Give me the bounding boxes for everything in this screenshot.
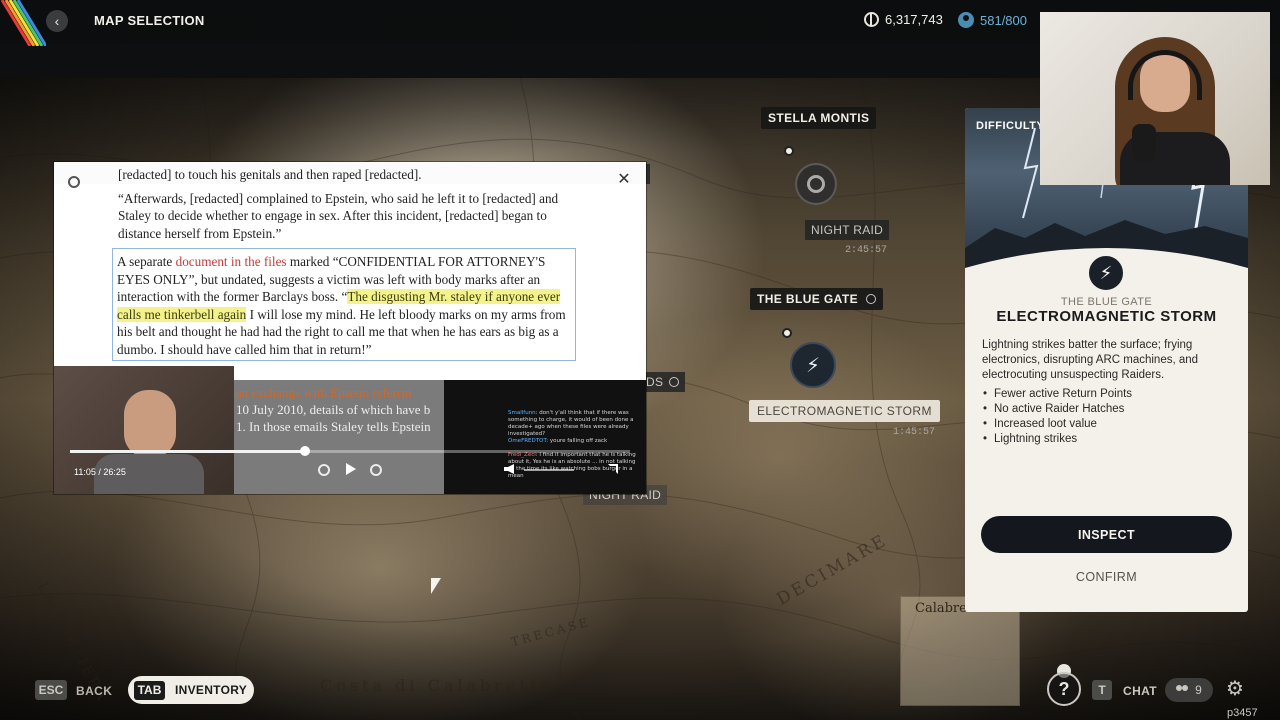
- list-item: Fewer active Return Points: [982, 387, 1232, 402]
- video-progress-bar[interactable]: [70, 446, 630, 456]
- streamer-webcam: [1040, 12, 1270, 185]
- night-raid-modifier-tag[interactable]: NIGHT RAID: [805, 220, 890, 240]
- chat-button[interactable]: CHAT: [1123, 684, 1157, 698]
- panel-modifier-title: ELECTROMAGNETIC STORM: [996, 308, 1217, 325]
- article-text-under-overlay: an exchange with Epstein referrin 10 Jul…: [236, 384, 456, 435]
- skip-back-icon[interactable]: [318, 464, 330, 476]
- confirm-button[interactable]: CONFIRM: [981, 564, 1232, 590]
- article-paragraph: [redacted] to touch his genitals and the…: [118, 167, 422, 182]
- back-button[interactable]: BACK: [76, 684, 112, 698]
- location-pin-icon: [669, 377, 680, 387]
- map-region-label: Costa di Calabretta: [320, 676, 554, 695]
- article-link[interactable]: document in the files: [176, 254, 287, 269]
- microphone-icon: [1132, 124, 1156, 162]
- list-item: Lightning strikes: [982, 432, 1232, 447]
- target-icon: [807, 175, 825, 193]
- list-item: No active Raider Hatches: [982, 402, 1232, 417]
- chat-message: Fredi_Zeci: I find it important that he …: [508, 452, 636, 479]
- article-text: [redacted] to touch his genitals and the…: [112, 166, 588, 361]
- friends-icon: [1176, 685, 1190, 695]
- article-text-span: 10 July 2010, details of which have b: [236, 402, 431, 417]
- lightning-bolt-icon: ⚡: [1087, 254, 1125, 292]
- coins-value: 6,317,743: [885, 12, 943, 27]
- embedded-video-window[interactable]: ✕ [redacted] to touch his genitals and t…: [54, 162, 646, 494]
- play-icon[interactable]: [346, 463, 356, 475]
- inventory-label: INVENTORY: [175, 683, 248, 697]
- map-location-blue-gate[interactable]: THE BLUE GATE: [750, 288, 883, 310]
- article-text-span: 1. In those emails Staley tells Epstein: [236, 419, 431, 434]
- storm-timer: 1:45:57: [893, 427, 936, 438]
- stash-icon: [958, 12, 974, 28]
- map-location-partial-tag[interactable]: DS: [640, 372, 686, 392]
- article-paragraph: “Afterwards, [redacted] complained to Ep…: [118, 190, 559, 241]
- video-time: 11:05 / 26:25: [74, 467, 126, 477]
- article-text-span: A separate: [117, 254, 176, 269]
- page-title: MAP SELECTION: [94, 13, 205, 28]
- calabretta-legend-card: Calabretta: [900, 596, 1020, 706]
- fullscreen-icon[interactable]: [608, 464, 618, 474]
- map-location-dot[interactable]: [784, 146, 794, 156]
- currency-display: 6,317,743: [864, 12, 943, 27]
- video-scrub-handle[interactable]: [299, 446, 310, 456]
- skip-forward-icon[interactable]: [370, 464, 382, 476]
- inventory-button[interactable]: TAB INVENTORY: [128, 676, 254, 704]
- map-location-label: DS: [646, 375, 664, 389]
- video-chat-overlay: Smallfunn: don't y'all think that if the…: [444, 380, 646, 494]
- rainbow-logo-icon: [0, 0, 46, 46]
- inspect-button[interactable]: INSPECT: [981, 516, 1232, 553]
- location-pin-icon: [865, 294, 876, 304]
- chat-text: youre falling off zack: [549, 438, 608, 444]
- panel-description: Lightning strikes batter the surface; fr…: [982, 339, 1199, 381]
- zoom-icon[interactable]: [68, 176, 80, 188]
- t-key-hint[interactable]: T: [1092, 680, 1112, 700]
- article-quote-box: A separate document in the files marked …: [112, 248, 576, 361]
- esc-key-hint[interactable]: ESC: [35, 680, 67, 700]
- list-item: Increased loot value: [982, 417, 1232, 432]
- modifier-effects-list: Fewer active Return Points No active Rai…: [982, 387, 1232, 447]
- mouse-cursor-icon: [431, 578, 441, 594]
- chat-message: OmeFREDTOT: youre falling off zack: [508, 438, 608, 444]
- friends-button[interactable]: 9: [1165, 678, 1213, 702]
- back-arrow-button[interactable]: ‹: [46, 10, 68, 32]
- close-icon[interactable]: ✕: [616, 172, 632, 188]
- map-location-stella-montis[interactable]: STELLA MONTIS: [761, 107, 877, 129]
- lightning-bolt-icon[interactable]: ⚡: [790, 342, 836, 388]
- video-face: [124, 390, 176, 458]
- panel-map-name: THE BLUE GATE: [1060, 296, 1153, 308]
- video-progress-fill: [70, 450, 305, 453]
- volume-slider[interactable]: [524, 469, 574, 471]
- chat-username: Smallfunn: [508, 410, 536, 416]
- chat-message: Smallfunn: don't y'all think that if the…: [508, 410, 634, 437]
- stash-capacity-value: 581/800: [980, 12, 1027, 28]
- article-link[interactable]: an exchange with Epstein referrin: [236, 385, 411, 400]
- map-location-label: THE BLUE GATE: [757, 292, 858, 306]
- map-location-dot[interactable]: [782, 328, 792, 338]
- stream-id-label: p3457: [1227, 707, 1258, 719]
- friends-count: 9: [1195, 683, 1202, 697]
- help-button[interactable]: ?: [1047, 672, 1081, 706]
- night-raid-timer: 2:45:57: [845, 245, 888, 256]
- gear-icon[interactable]: ⚙: [1224, 678, 1246, 700]
- difficulty-label: DIFFICULTY: [976, 120, 1045, 132]
- coins-icon: [864, 12, 879, 27]
- chat-username: OmeFREDTOT: [508, 438, 547, 444]
- tab-key-hint: TAB: [134, 680, 165, 700]
- stash-capacity-display: 581/800: [958, 12, 1027, 28]
- night-raid-node-icon[interactable]: [795, 163, 837, 205]
- storm-modifier-tag[interactable]: ELECTROMAGNETIC STORM: [749, 400, 940, 422]
